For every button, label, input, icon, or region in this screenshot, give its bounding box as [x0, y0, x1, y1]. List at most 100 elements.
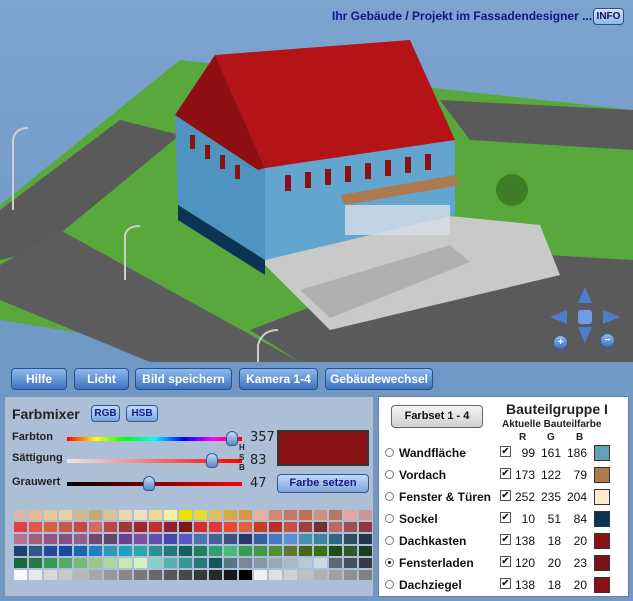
part-color-swatch[interactable]: [594, 445, 610, 461]
palette-swatch[interactable]: [149, 510, 162, 520]
palette-swatch[interactable]: [179, 534, 192, 544]
palette-swatch[interactable]: [284, 558, 297, 568]
part-color-swatch[interactable]: [594, 511, 610, 527]
save-image-button[interactable]: Bild speichern: [135, 368, 232, 390]
palette-swatch[interactable]: [224, 510, 237, 520]
palette-swatch[interactable]: [149, 534, 162, 544]
palette-swatch[interactable]: [254, 534, 267, 544]
palette-swatch[interactable]: [329, 570, 342, 580]
palette-swatch[interactable]: [314, 510, 327, 520]
palette-swatch[interactable]: [314, 558, 327, 568]
palette-swatch[interactable]: [209, 546, 222, 556]
palette-swatch[interactable]: [344, 534, 357, 544]
palette-swatch[interactable]: [254, 558, 267, 568]
building-switch-button[interactable]: Gebäudewechsel: [325, 368, 433, 390]
palette-swatch[interactable]: [74, 534, 87, 544]
palette-swatch[interactable]: [194, 510, 207, 520]
palette-swatch[interactable]: [44, 522, 57, 532]
palette-swatch[interactable]: [14, 510, 27, 520]
palette-swatch[interactable]: [329, 522, 342, 532]
part-row[interactable]: Wandfläche ✔ 99 161 186: [385, 443, 625, 463]
palette-swatch[interactable]: [59, 570, 72, 580]
palette-swatch[interactable]: [344, 510, 357, 520]
palette-swatch[interactable]: [119, 546, 132, 556]
hsb-mode-button[interactable]: HSB: [126, 405, 158, 422]
palette-swatch[interactable]: [44, 546, 57, 556]
palette-swatch[interactable]: [74, 570, 87, 580]
palette-swatch[interactable]: [284, 522, 297, 532]
part-color-swatch[interactable]: [594, 467, 610, 483]
palette-swatch[interactable]: [74, 546, 87, 556]
palette-swatch[interactable]: [269, 546, 282, 556]
part-color-swatch[interactable]: [594, 577, 610, 593]
brightness-slider-knob[interactable]: [143, 476, 156, 491]
palette-swatch[interactable]: [74, 558, 87, 568]
palette-swatch[interactable]: [89, 558, 102, 568]
palette-swatch[interactable]: [209, 534, 222, 544]
palette-swatch[interactable]: [164, 546, 177, 556]
info-button[interactable]: INFO: [593, 8, 624, 25]
camera-button[interactable]: Kamera 1-4: [239, 368, 318, 390]
part-radio[interactable]: [385, 514, 394, 523]
part-radio[interactable]: [385, 470, 394, 479]
palette-swatch[interactable]: [74, 522, 87, 532]
palette-swatch[interactable]: [179, 522, 192, 532]
palette-swatch[interactable]: [299, 570, 312, 580]
palette-swatch[interactable]: [254, 546, 267, 556]
palette-swatch[interactable]: [269, 558, 282, 568]
palette-swatch[interactable]: [299, 522, 312, 532]
palette-swatch[interactable]: [179, 510, 192, 520]
palette-swatch[interactable]: [314, 570, 327, 580]
palette-swatch[interactable]: [269, 570, 282, 580]
palette-swatch[interactable]: [314, 546, 327, 556]
palette-swatch[interactable]: [104, 570, 117, 580]
palette-swatch[interactable]: [344, 546, 357, 556]
palette-swatch[interactable]: [164, 510, 177, 520]
palette-swatch[interactable]: [134, 546, 147, 556]
zoom-out-icon[interactable]: −: [600, 333, 615, 348]
palette-swatch[interactable]: [164, 570, 177, 580]
palette-swatch[interactable]: [44, 534, 57, 544]
palette-swatch[interactable]: [359, 522, 372, 532]
palette-swatch[interactable]: [44, 558, 57, 568]
palette-swatch[interactable]: [329, 510, 342, 520]
rgb-mode-button[interactable]: RGB: [91, 405, 120, 422]
saturation-slider-knob[interactable]: [206, 453, 219, 468]
palette-swatch[interactable]: [164, 558, 177, 568]
palette-swatch[interactable]: [29, 510, 42, 520]
palette-swatch[interactable]: [179, 546, 192, 556]
palette-swatch[interactable]: [239, 546, 252, 556]
part-color-swatch[interactable]: [594, 555, 610, 571]
palette-swatch[interactable]: [164, 522, 177, 532]
palette-swatch[interactable]: [29, 570, 42, 580]
palette-swatch[interactable]: [329, 534, 342, 544]
part-row[interactable]: Dachziegel ✔ 138 18 20: [385, 575, 625, 595]
palette-swatch[interactable]: [14, 522, 27, 532]
part-radio[interactable]: [385, 580, 394, 589]
light-button[interactable]: Licht: [74, 368, 129, 390]
palette-swatch[interactable]: [74, 510, 87, 520]
palette-swatch[interactable]: [149, 522, 162, 532]
palette-swatch[interactable]: [89, 546, 102, 556]
help-button[interactable]: Hilfe: [11, 368, 67, 390]
palette-swatch[interactable]: [14, 570, 27, 580]
palette-swatch[interactable]: [14, 546, 27, 556]
palette-swatch[interactable]: [149, 546, 162, 556]
palette-swatch[interactable]: [179, 570, 192, 580]
palette-swatch[interactable]: [44, 510, 57, 520]
hue-slider-knob[interactable]: [225, 431, 238, 446]
palette-swatch[interactable]: [239, 558, 252, 568]
palette-swatch[interactable]: [134, 522, 147, 532]
palette-swatch[interactable]: [104, 534, 117, 544]
palette-swatch[interactable]: [314, 522, 327, 532]
palette-swatch[interactable]: [59, 558, 72, 568]
part-radio[interactable]: [385, 492, 394, 501]
palette-swatch[interactable]: [164, 534, 177, 544]
palette-swatch[interactable]: [284, 510, 297, 520]
palette-swatch[interactable]: [104, 546, 117, 556]
palette-swatch[interactable]: [239, 570, 252, 580]
palette-swatch[interactable]: [344, 558, 357, 568]
part-radio[interactable]: [385, 448, 394, 457]
palette-swatch[interactable]: [224, 558, 237, 568]
palette-swatch[interactable]: [89, 534, 102, 544]
